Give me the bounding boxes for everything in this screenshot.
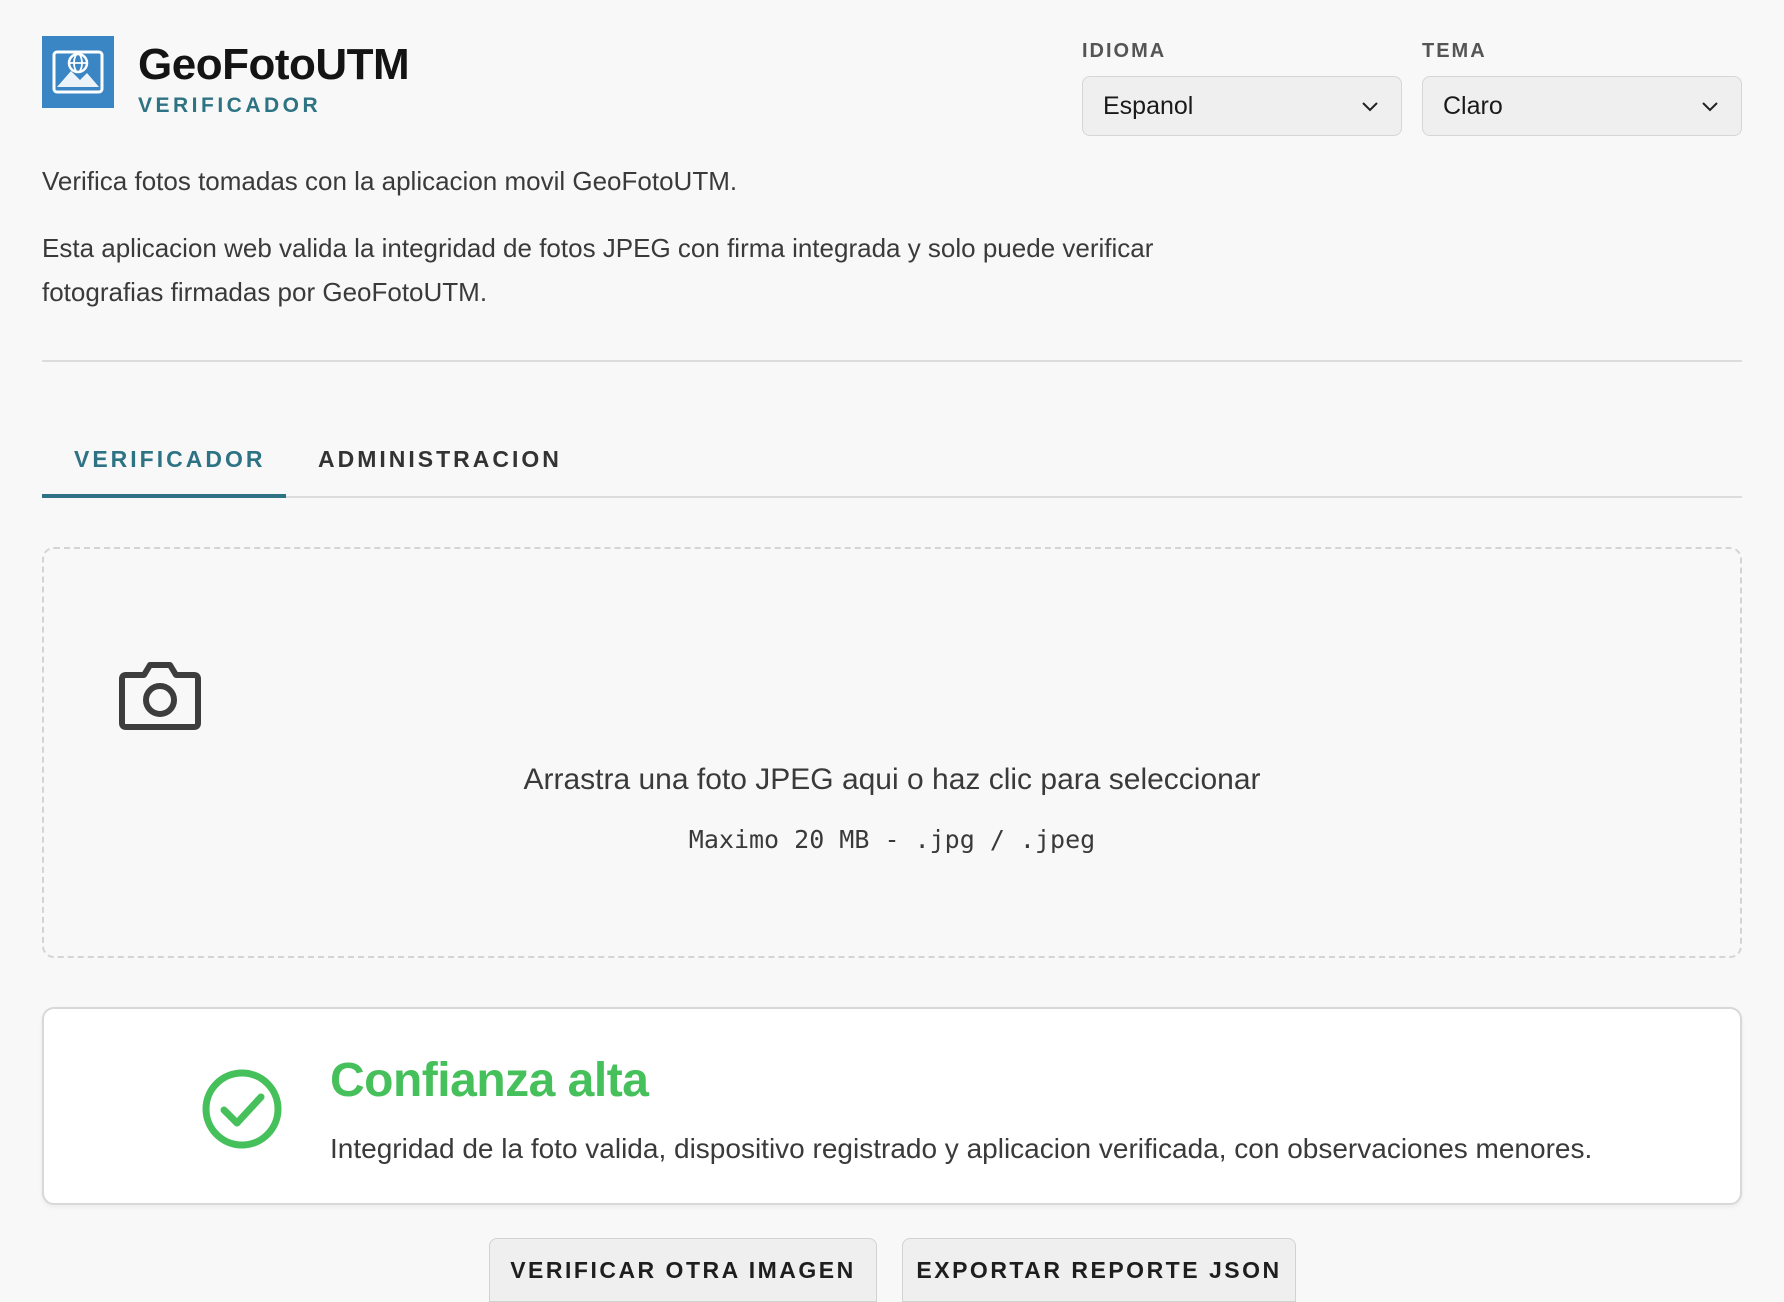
language-label: IDIOMA	[1082, 40, 1167, 62]
intro-line-2: Esta aplicacion web valida la integridad…	[42, 233, 1154, 307]
app-subtitle: VERIFICADOR	[138, 94, 322, 117]
language-select[interactable]: Espanol	[1082, 76, 1402, 136]
language-select-value: Espanol	[1103, 91, 1194, 120]
verify-other-button[interactable]: VERIFICAR OTRA IMAGEN	[489, 1238, 877, 1302]
result-description: Integridad de la foto valida, dispositiv…	[330, 1133, 1593, 1164]
tab-bar: VERIFICADOR ADMINISTRACION	[42, 420, 1742, 498]
export-json-button[interactable]: EXPORTAR REPORTE JSON	[902, 1238, 1296, 1302]
check-circle-icon	[202, 1069, 282, 1149]
page: GeoFotoUTM VERIFICADOR IDIOMA Espanol TE…	[0, 0, 1784, 1302]
photo-globe-icon	[52, 50, 104, 94]
tab-verificador[interactable]: VERIFICADOR	[74, 446, 265, 473]
header: GeoFotoUTM VERIFICADOR IDIOMA Espanol TE…	[42, 0, 1742, 160]
chevron-down-icon	[1702, 102, 1718, 112]
app-title: GeoFotoUTM	[138, 40, 410, 89]
camera-icon	[119, 662, 201, 730]
photo-dropzone[interactable]: Arrastra una foto JPEG aqui o haz clic p…	[42, 547, 1742, 958]
divider	[42, 360, 1742, 362]
result-title: Confianza alta	[330, 1054, 649, 1107]
intro-line-1: Verifica fotos tomadas con la aplicacion…	[42, 166, 738, 196]
dropzone-hint: Maximo 20 MB - .jpg / .jpeg	[688, 825, 1096, 854]
chevron-down-icon	[1362, 102, 1378, 112]
theme-select[interactable]: Claro	[1422, 76, 1742, 136]
theme-select-value: Claro	[1443, 91, 1503, 120]
theme-label: TEMA	[1422, 40, 1487, 62]
dropzone-title: Arrastra una foto JPEG aqui o haz clic p…	[523, 763, 1261, 796]
tab-administracion[interactable]: ADMINISTRACION	[318, 446, 562, 473]
result-card: Confianza alta Integridad de la foto val…	[42, 1007, 1742, 1205]
active-tab-indicator	[42, 494, 286, 498]
app-logo	[42, 36, 114, 108]
